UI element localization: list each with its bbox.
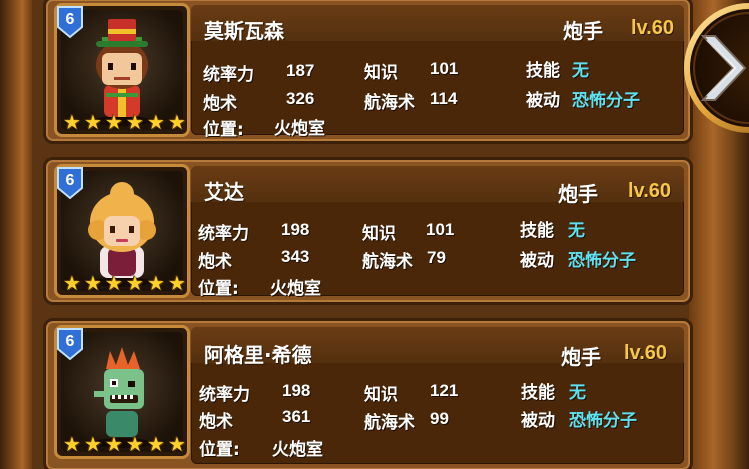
star-icon: ★ <box>105 110 123 134</box>
knowledge-value: 121 <box>430 381 459 400</box>
grade-value: 6 <box>65 333 75 350</box>
position-label: 位置: <box>203 120 244 140</box>
star-icon: ★ <box>147 271 165 295</box>
star-icon: ★ <box>84 110 102 134</box>
knowledge-label: 知识 <box>364 63 398 83</box>
star-icon: ★ <box>147 110 165 134</box>
position-value: 火炮室 <box>270 279 321 299</box>
gunnery-value: 343 <box>281 247 310 266</box>
passive-value: 恐怖分子 <box>572 91 640 111</box>
officer-card[interactable]: ★ ★ ★ ★ ★ ★ 6 艾达 炮手 lv.60 统率力 198 知识 101… <box>43 157 693 305</box>
command-label: 统率力 <box>203 65 254 85</box>
knowledge-label: 知识 <box>362 224 396 244</box>
star-icon: ★ <box>63 432 81 456</box>
knowledge-label: 知识 <box>364 385 398 405</box>
star-icon: ★ <box>63 110 81 134</box>
star-icon: ★ <box>126 271 144 295</box>
grade-value: 6 <box>65 11 75 28</box>
officer-level: lv.60 <box>624 342 667 364</box>
star-icon: ★ <box>63 271 81 295</box>
navigation-value: 79 <box>427 248 446 267</box>
officer-level: lv.60 <box>628 180 671 202</box>
grade-badge: 6 <box>56 327 84 361</box>
skill-label: 技能 <box>520 221 554 241</box>
star-rating: ★ ★ ★ ★ ★ ★ <box>63 271 187 295</box>
gunnery-value: 361 <box>282 407 311 426</box>
grade-value: 6 <box>65 172 75 189</box>
star-icon: ★ <box>168 432 186 456</box>
position-label: 位置: <box>199 440 240 460</box>
gunnery-label: 炮术 <box>198 252 232 272</box>
officer-name: 阿格里·希德 <box>204 343 312 367</box>
command-value: 187 <box>286 61 315 80</box>
command-value: 198 <box>282 381 311 400</box>
star-rating: ★ ★ ★ ★ ★ ★ <box>63 432 187 456</box>
passive-label: 被动 <box>526 91 560 111</box>
navigation-value: 99 <box>430 409 449 428</box>
navigation-value: 114 <box>430 89 458 108</box>
officer-role: 炮手 <box>561 345 601 369</box>
star-icon: ★ <box>126 110 144 134</box>
skill-label: 技能 <box>526 61 560 81</box>
command-label: 统率力 <box>199 385 250 405</box>
grade-badge: 6 <box>56 166 84 200</box>
passive-value: 恐怖分子 <box>569 411 637 431</box>
knowledge-value: 101 <box>430 59 459 78</box>
navigation-label: 航海术 <box>362 252 413 272</box>
next-page-button[interactable] <box>681 2 749 138</box>
skill-value: 无 <box>569 383 586 403</box>
left-wood-rail <box>0 0 32 469</box>
star-icon: ★ <box>84 432 102 456</box>
officer-role: 炮手 <box>558 182 598 206</box>
skill-value: 无 <box>572 61 589 81</box>
position-label: 位置: <box>198 279 239 299</box>
navigation-label: 航海术 <box>364 413 415 433</box>
gunnery-value: 326 <box>286 89 315 108</box>
grade-badge: 6 <box>56 5 84 39</box>
gunnery-label: 炮术 <box>199 412 233 432</box>
officer-name: 莫斯瓦森 <box>204 19 284 43</box>
skill-value: 无 <box>568 221 585 241</box>
officer-level: lv.60 <box>631 17 674 39</box>
officer-card[interactable]: ★ ★ ★ ★ ★ ★ 6 莫斯瓦森 炮手 lv.60 统率力 187 知识 1… <box>43 0 693 144</box>
navigation-label: 航海术 <box>364 93 415 113</box>
position-value: 火炮室 <box>272 440 323 460</box>
passive-value: 恐怖分子 <box>568 251 636 271</box>
gunnery-label: 炮术 <box>203 94 237 114</box>
chevron-right-icon <box>684 3 749 133</box>
star-icon: ★ <box>168 271 186 295</box>
officer-role: 炮手 <box>563 19 603 43</box>
passive-label: 被动 <box>521 411 555 431</box>
star-icon: ★ <box>168 110 186 134</box>
star-icon: ★ <box>105 271 123 295</box>
position-value: 火炮室 <box>274 119 325 139</box>
star-icon: ★ <box>147 432 165 456</box>
command-label: 统率力 <box>198 224 249 244</box>
star-rating: ★ ★ ★ ★ ★ ★ <box>63 110 187 134</box>
star-icon: ★ <box>84 271 102 295</box>
command-value: 198 <box>281 220 310 239</box>
star-icon: ★ <box>105 432 123 456</box>
knowledge-value: 101 <box>426 220 455 239</box>
star-icon: ★ <box>126 432 144 456</box>
officer-name: 艾达 <box>204 180 244 204</box>
officer-card[interactable]: ★ ★ ★ ★ ★ ★ 6 阿格里·希德 炮手 lv.60 统率力 198 知识… <box>43 318 693 469</box>
skill-label: 技能 <box>521 383 555 403</box>
passive-label: 被动 <box>520 251 554 271</box>
